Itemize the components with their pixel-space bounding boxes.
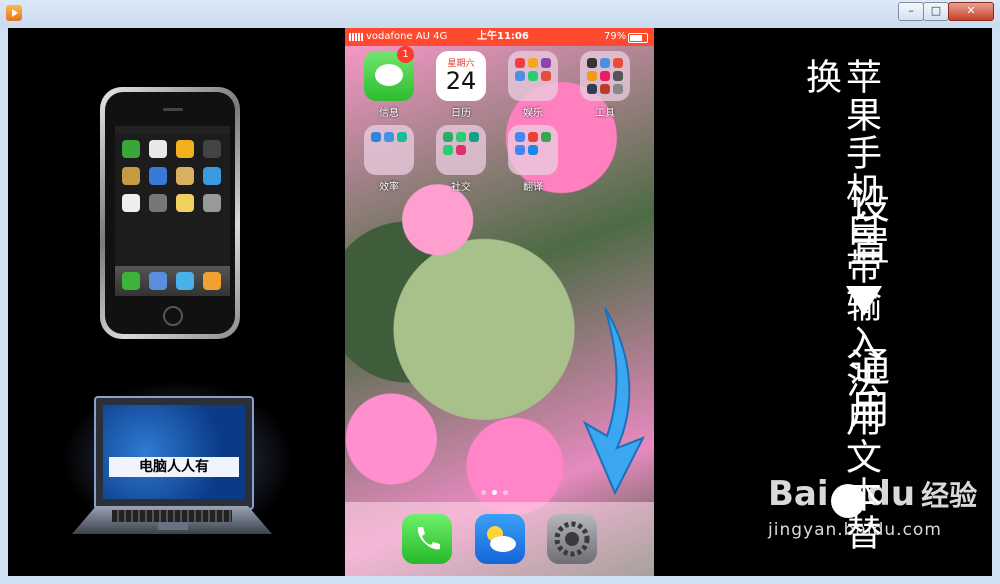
clock-icon (122, 194, 140, 212)
close-button[interactable]: ✕ (948, 2, 994, 21)
baidu-watermark: Bai du 经验 jingyan.baidu.com (768, 474, 977, 540)
laptop-illustration: 电脑人人有 (62, 380, 294, 540)
watermark-logo: Bai du 经验 (768, 474, 977, 518)
page-dot (503, 490, 508, 495)
folder-translate[interactable]: 翻译 (503, 125, 563, 193)
stocks-icon (149, 167, 167, 185)
home-button (163, 306, 183, 326)
folder-icon (508, 51, 558, 101)
laptop-keyboard (112, 510, 232, 522)
iphone-screen (115, 126, 230, 296)
folder-icon (580, 51, 630, 101)
maps-icon (176, 167, 194, 185)
battery-icon (628, 33, 648, 43)
phone-icon (122, 272, 140, 290)
folder-entertainment[interactable]: 娱乐 (503, 51, 563, 119)
maximize-button[interactable]: □ (923, 2, 949, 21)
app-label: 翻译 (523, 182, 543, 193)
camera-icon (203, 140, 221, 158)
down-arrow-graphic (582, 307, 646, 496)
step-arrow-icon (846, 286, 882, 316)
notes-icon (176, 194, 194, 212)
battery-percent: 79% (604, 31, 627, 42)
phone-dock (345, 502, 654, 576)
app-label: 工具 (595, 108, 615, 119)
laptop-touchpad (158, 522, 188, 530)
signal-icon (349, 33, 363, 41)
folder-icon (364, 125, 414, 175)
carrier-label: vodafone AU 4G (366, 31, 448, 42)
general-step-label: 通用 (843, 346, 889, 430)
page-indicator[interactable] (481, 490, 508, 495)
folder-tools[interactable]: 工具 (575, 51, 635, 119)
folder-social[interactable]: 社交 (431, 125, 491, 193)
weather-icon (203, 167, 221, 185)
iphone-status-bar (115, 126, 230, 134)
calendar-icon (149, 140, 167, 158)
watermark-logo-left: Bai (768, 474, 829, 514)
media-player-icon (6, 5, 22, 21)
watermark-logo-right: du (866, 474, 916, 514)
iphone-speaker (163, 108, 183, 111)
watermark-experience: 经验 (921, 479, 978, 512)
iphone-app-grid (115, 134, 230, 212)
mail-icon (149, 272, 167, 290)
laptop-label: 电脑人人有 (109, 457, 239, 477)
notification-badge: 1 (397, 46, 414, 63)
app-calendar[interactable]: 星期六 24 日历 (431, 51, 491, 119)
baidu-paw-icon (830, 483, 865, 518)
photos-icon (176, 140, 194, 158)
calendar-icon: 星期六 24 (436, 51, 486, 101)
sms-icon (122, 140, 140, 158)
app-label: 社交 (451, 182, 471, 193)
folder-productivity[interactable]: 效率 (359, 125, 419, 193)
app-label: 日历 (451, 108, 471, 119)
phone-status-bar: vodafone AU 4G 上午11:06 79% (345, 28, 654, 46)
status-time: 上午11:06 (477, 31, 529, 42)
settings-icon[interactable] (547, 514, 597, 564)
video-area[interactable]: 电脑人人有 vodafone AU 4G 上午11:06 79% 1 信息 星期… (8, 28, 992, 576)
phone-screenshot: vodafone AU 4G 上午11:06 79% 1 信息 星期六 24 日… (345, 28, 654, 576)
iphone-body (105, 92, 235, 334)
safari-icon (176, 272, 194, 290)
settings-icon (203, 194, 221, 212)
calculator-icon (149, 194, 167, 212)
folder-icon (436, 125, 486, 175)
watermark-url: jingyan.baidu.com (768, 519, 942, 540)
ipod-icon (203, 272, 221, 290)
calendar-day: 24 (445, 67, 477, 95)
settings-step-label: 设置 (843, 183, 889, 267)
youtube-icon (122, 167, 140, 185)
page-dot (481, 490, 486, 495)
app-label: 效率 (379, 182, 399, 193)
folder-icon (508, 125, 558, 175)
phone-icon[interactable] (402, 514, 452, 564)
title-bar: – □ ✕ (0, 0, 1000, 28)
iphone-dock (115, 266, 230, 296)
laptop-lid: 电脑人人有 (94, 396, 254, 510)
app-messages[interactable]: 1 信息 (359, 46, 419, 119)
page-dot-active (492, 490, 497, 495)
laptop-screen: 电脑人人有 (103, 405, 245, 499)
app-label: 娱乐 (523, 108, 543, 119)
app-label: 信息 (379, 108, 399, 119)
weather-icon[interactable] (475, 514, 525, 564)
minimize-button[interactable]: – (898, 2, 924, 21)
iphone-illustration (100, 87, 240, 339)
